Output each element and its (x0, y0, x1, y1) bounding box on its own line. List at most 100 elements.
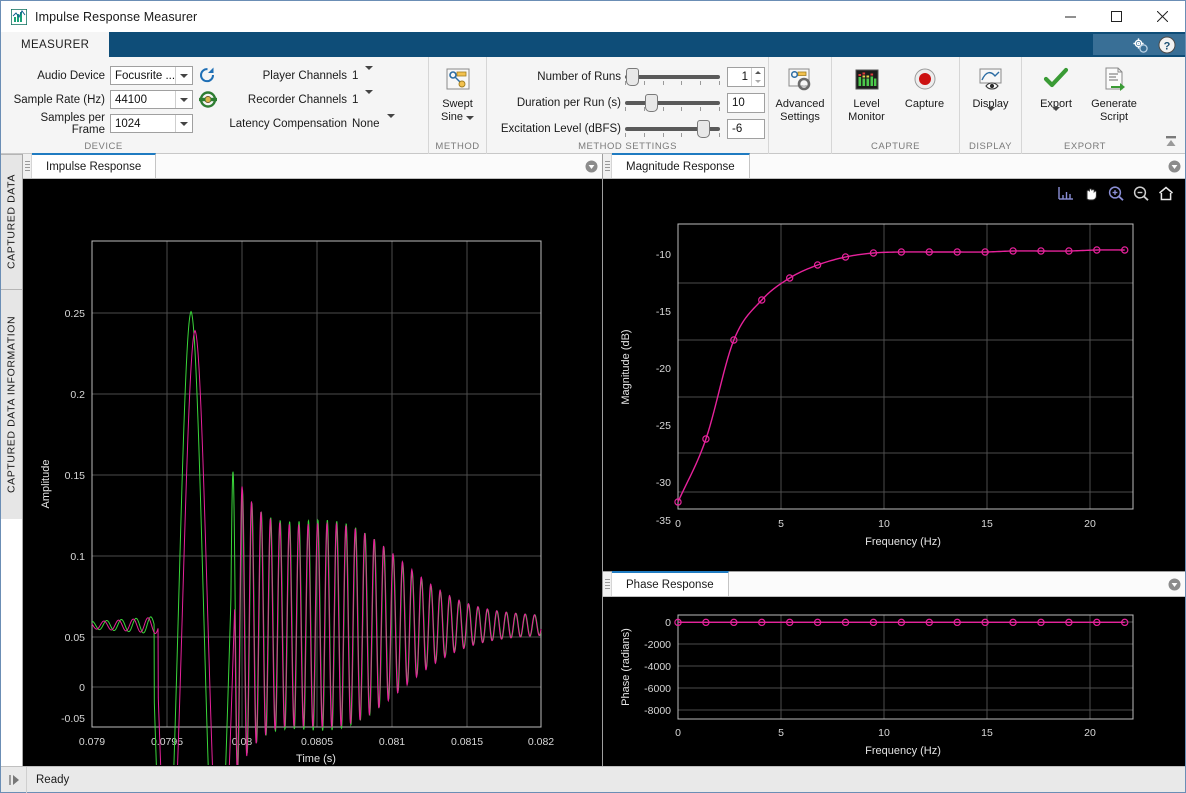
chevron-down-icon[interactable] (365, 94, 373, 106)
phase-response-plot[interactable]: 0 -2000 -4000 -6000 -8000 0 5 10 15 (603, 597, 1185, 766)
stepper-up-icon[interactable] (752, 68, 764, 77)
status-expand-icon[interactable] (1, 767, 27, 793)
data-cursor-icon[interactable] (1057, 185, 1075, 207)
svg-text:0.082: 0.082 (528, 736, 554, 748)
pan-hand-icon[interactable] (1082, 185, 1100, 207)
impulse-tabbar: Impulse Response (23, 154, 602, 179)
ribbon-group-display: Display DISPLAY (959, 57, 1021, 154)
samples-per-frame-value: 1024 (115, 118, 141, 130)
latency-compensation-select[interactable]: None (352, 118, 395, 130)
chevron-down-icon[interactable] (175, 91, 192, 108)
zoom-out-icon[interactable] (1132, 185, 1150, 207)
group-label-export: EXPORT (1022, 141, 1148, 152)
sidebar-item-captured-data-information[interactable]: CAPTURED DATA INFORMATION (1, 289, 22, 519)
tab-measurer[interactable]: MEASURER (1, 32, 109, 57)
excitation-level-input[interactable]: -6 (727, 119, 765, 139)
audio-device-label: Audio Device (5, 70, 110, 82)
duration-per-run-row: Duration per Run (s) 10 (493, 93, 765, 113)
phase-response-svg: 0 -2000 -4000 -6000 -8000 0 5 10 15 (603, 597, 1184, 765)
number-of-runs-stepper[interactable] (751, 68, 764, 86)
recorder-channels-select[interactable]: 1 (352, 94, 373, 106)
help-icon[interactable]: ? (1157, 35, 1177, 55)
response-panels: Magnitude Response (603, 154, 1185, 766)
chevron-down-icon[interactable] (987, 107, 995, 123)
svg-text:15: 15 (981, 518, 993, 530)
panel-menu-icon[interactable] (1163, 154, 1185, 178)
samples-per-frame-row: Samples per Frame 1024 (5, 114, 193, 133)
panel-drag-grip[interactable] (603, 154, 612, 178)
collapse-ribbon-icon[interactable] (1163, 133, 1179, 149)
impulse-response-plot[interactable]: 0.25 0.2 0.15 0.1 0.05 0 -0.05 -0.05 (23, 179, 602, 766)
sample-rate-row: Sample Rate (Hz) 44100 (5, 90, 193, 109)
svg-text:-25: -25 (656, 420, 671, 432)
svg-text:Amplitude: Amplitude (40, 460, 52, 509)
close-button[interactable] (1139, 1, 1185, 32)
generate-script-button[interactable]: Generate Script (1085, 62, 1143, 124)
title-bar: Impulse Response Measurer (1, 1, 1185, 32)
swept-sine-icon (443, 65, 473, 95)
latency-compensation-row: Latency Compensation None (212, 114, 395, 133)
samples-per-frame-combo[interactable]: 1024 (110, 114, 193, 133)
audio-device-combo[interactable]: Focusrite ... (110, 66, 193, 85)
player-channels-row: Player Channels 1 (212, 66, 395, 85)
display-button[interactable]: Display (962, 62, 1020, 124)
minimize-button[interactable] (1047, 1, 1093, 32)
export-check-icon (1041, 65, 1071, 95)
panel-drag-grip[interactable] (603, 572, 612, 596)
level-monitor-button[interactable]: Level Monitor (838, 62, 896, 124)
player-channels-select[interactable]: 1 (352, 70, 373, 82)
level-monitor-icon (852, 65, 882, 95)
swept-sine-button[interactable]: Swept Sine (429, 62, 486, 124)
tab-phase-response[interactable]: Phase Response (612, 571, 729, 596)
duration-per-run-slider[interactable] (625, 93, 720, 113)
panel-menu-icon[interactable] (580, 154, 602, 178)
capture-label: Capture (905, 98, 944, 111)
ribbon-tab-strip: MEASURER ? (1, 32, 1185, 57)
excitation-level-row: Excitation Level (dBFS) -6 (493, 119, 765, 139)
ribbon-group-channels: Player Channels 1 Recorder Channels 1 (206, 57, 428, 154)
tab-magnitude-response[interactable]: Magnitude Response (612, 153, 750, 178)
svg-text:Frequency (Hz): Frequency (Hz) (865, 536, 941, 548)
chevron-down-icon[interactable] (365, 70, 373, 82)
stepper-down-icon[interactable] (752, 77, 764, 86)
chevron-down-icon[interactable] (466, 116, 474, 120)
svg-text:0.15: 0.15 (65, 470, 86, 482)
settings-gear-icon[interactable] (1130, 35, 1150, 55)
svg-text:0.0815: 0.0815 (451, 736, 483, 748)
sidebar-item-captured-data[interactable]: CAPTURED DATA (1, 154, 22, 289)
svg-text:0.0805: 0.0805 (301, 736, 333, 748)
excitation-level-value: -6 (732, 123, 742, 135)
svg-text:0.05: 0.05 (65, 632, 86, 644)
chevron-down-icon[interactable] (175, 115, 192, 132)
svg-text:0.2: 0.2 (70, 389, 85, 401)
sample-rate-combo[interactable]: 44100 (110, 90, 193, 109)
slider-knob[interactable] (626, 68, 639, 86)
svg-text:0.08: 0.08 (232, 736, 253, 748)
record-icon (910, 65, 940, 95)
maximize-button[interactable] (1093, 1, 1139, 32)
magnitude-response-plot[interactable]: -10 -15 -20 -25 -30 -35 0 5 10 (603, 179, 1185, 571)
zoom-in-icon[interactable] (1107, 185, 1125, 207)
excitation-level-label: Excitation Level (dBFS) (493, 123, 625, 135)
chevron-down-icon[interactable] (1052, 107, 1060, 123)
tab-impulse-response[interactable]: Impulse Response (32, 153, 156, 178)
chevron-down-icon[interactable] (175, 67, 192, 84)
panel-drag-grip[interactable] (23, 154, 32, 178)
number-of-runs-row: Number of Runs 1 (493, 67, 765, 87)
slider-knob[interactable] (697, 120, 710, 138)
duration-per-run-input[interactable]: 10 (727, 93, 765, 113)
slider-knob[interactable] (645, 94, 658, 112)
ribbon-group-export: Export Generate (1021, 57, 1148, 154)
ribbon-group-device: Audio Device Focusrite ... Sample Rate (… (1, 57, 206, 154)
number-of-runs-input[interactable]: 1 (727, 67, 765, 87)
svg-text:-35: -35 (656, 515, 671, 527)
panel-menu-icon[interactable] (1163, 572, 1185, 596)
tabbar-filler (156, 154, 580, 178)
excitation-level-slider[interactable] (625, 119, 720, 139)
number-of-runs-slider[interactable] (625, 67, 720, 87)
capture-button[interactable]: Capture (896, 62, 954, 111)
advanced-settings-button[interactable]: Advanced Settings (771, 62, 829, 124)
home-restore-view-icon[interactable] (1157, 185, 1175, 207)
export-button[interactable]: Export (1027, 62, 1085, 124)
chevron-down-icon[interactable] (387, 118, 395, 130)
